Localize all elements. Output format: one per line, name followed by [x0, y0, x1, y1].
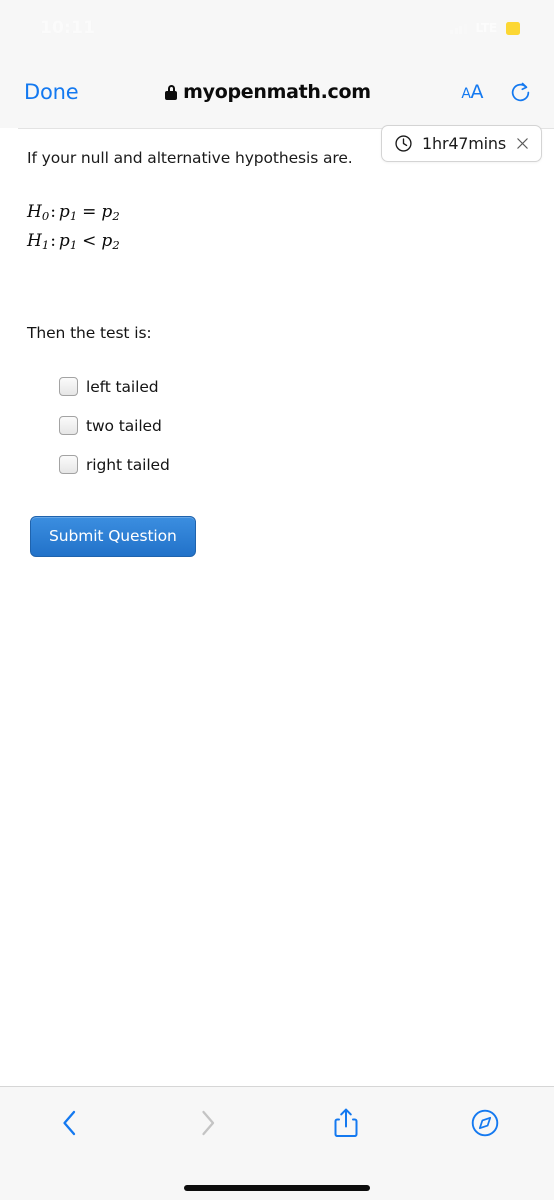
cellular-signal-icon [450, 23, 467, 34]
option-label-right-tailed: right tailed [86, 455, 170, 474]
option-label-two-tailed: two tailed [86, 416, 162, 435]
timer-widget[interactable]: 1hr47mins [381, 125, 542, 162]
alt-hypothesis-symbol: H [27, 231, 42, 252]
alt-operator: < [82, 231, 97, 252]
forward-button[interactable] [139, 1095, 278, 1151]
status-bar-clock: 10:11 [40, 18, 96, 38]
network-type-label: LTE [475, 21, 498, 35]
option-label-left-tailed: left tailed [86, 377, 159, 396]
text-size-icon[interactable]: AA [461, 80, 484, 103]
checkbox-left-tailed[interactable] [59, 377, 78, 396]
chevron-left-icon [63, 1110, 76, 1136]
answer-options-group: left tailed two tailed right tailed [59, 367, 170, 484]
battery-icon [506, 21, 520, 35]
text-size-small-a: A [461, 85, 471, 102]
status-bar: 10:11 LTE [0, 0, 554, 56]
bottom-toolbar-icons [0, 1095, 554, 1151]
null-rhs-subscript: 2 [112, 209, 120, 224]
share-icon [334, 1108, 358, 1137]
home-indicator [184, 1185, 370, 1191]
lock-icon [165, 84, 178, 100]
page-content: If your null and alternative hypothesis … [0, 128, 554, 1086]
null-rhs: p [101, 202, 113, 222]
clock-icon [395, 135, 412, 152]
alt-rhs: p [101, 231, 113, 252]
hypothesis-math-block: H0: p1 = p2 H1: p1 < p2 [27, 200, 120, 258]
option-right-tailed[interactable]: right tailed [59, 445, 170, 484]
null-operator: = [82, 202, 97, 222]
option-two-tailed[interactable]: two tailed [59, 406, 170, 445]
alternative-hypothesis-line: H1: p1 < p2 [27, 231, 120, 253]
null-hypothesis-line: H0: p1 = p2 [27, 202, 120, 224]
timer-remaining-label: 1hr47mins [422, 134, 506, 153]
option-left-tailed[interactable]: left tailed [59, 367, 170, 406]
close-icon[interactable] [515, 136, 530, 151]
checkbox-right-tailed[interactable] [59, 455, 78, 474]
back-button[interactable] [0, 1095, 139, 1151]
safari-tabs-button[interactable] [416, 1095, 554, 1151]
text-size-large-a: A [470, 80, 484, 103]
alt-rhs-subscript: 2 [112, 238, 120, 253]
null-hypothesis-symbol: H [27, 202, 42, 222]
browser-top-bar: Done myopenmath.com AA [0, 56, 554, 128]
address-bar[interactable]: myopenmath.com [74, 81, 461, 103]
reload-icon[interactable] [509, 81, 532, 104]
question-prompt: If your null and alternative hypothesis … [27, 149, 353, 167]
submit-question-button[interactable]: Submit Question [30, 516, 196, 557]
chevron-right-icon [202, 1110, 214, 1136]
alt-lhs: p [58, 231, 70, 252]
null-lhs: p [58, 202, 70, 222]
checkbox-two-tailed[interactable] [59, 416, 78, 435]
share-button[interactable] [277, 1095, 416, 1151]
browser-bottom-toolbar [0, 1086, 554, 1200]
url-text: myopenmath.com [183, 81, 371, 103]
safari-compass-icon [471, 1109, 499, 1137]
browser-bar-actions: AA [461, 81, 536, 104]
test-instruction-label: Then the test is: [27, 324, 152, 342]
status-bar-indicators: LTE [450, 21, 520, 35]
